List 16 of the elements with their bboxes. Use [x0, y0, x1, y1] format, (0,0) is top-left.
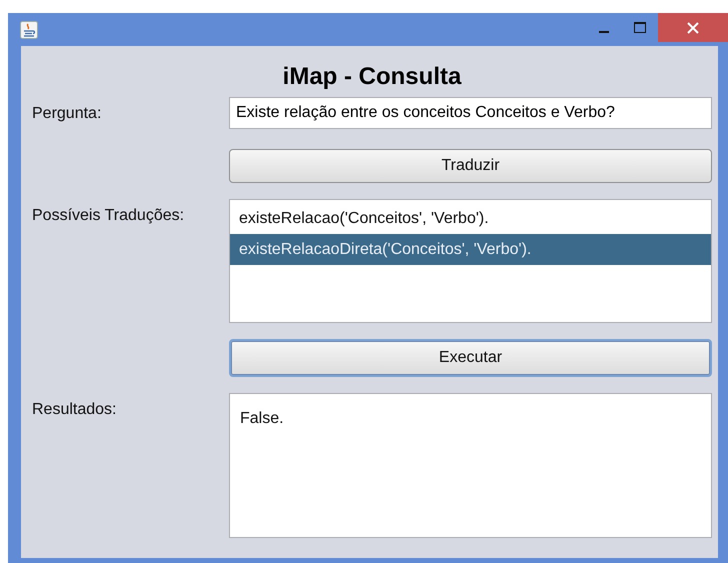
- close-button[interactable]: [658, 13, 728, 42]
- maximize-icon: [634, 22, 646, 33]
- translate-button[interactable]: Traduzir: [229, 149, 712, 183]
- results-label: Resultados:: [32, 400, 118, 420]
- minimize-icon: [599, 30, 609, 32]
- question-field[interactable]: Existe relação entre os conceitos Conceitos e Verbo?: [229, 97, 712, 129]
- java-cup-icon: [20, 20, 38, 38]
- execute-button[interactable]: Executar: [229, 339, 712, 377]
- window-heading: iMap - Consulta: [282, 62, 462, 90]
- translations-label: Possíveis Traduções:: [32, 206, 186, 226]
- result-text: False.: [240, 410, 284, 427]
- results-area[interactable]: False.: [229, 393, 712, 538]
- translation-item[interactable]: existeRelacaoDireta('Conceitos', 'Verbo').: [230, 234, 711, 265]
- translation-item[interactable]: existeRelacao('Conceitos', 'Verbo').: [230, 203, 711, 234]
- question-label: Pergunta:: [32, 104, 102, 124]
- close-icon: [687, 22, 699, 34]
